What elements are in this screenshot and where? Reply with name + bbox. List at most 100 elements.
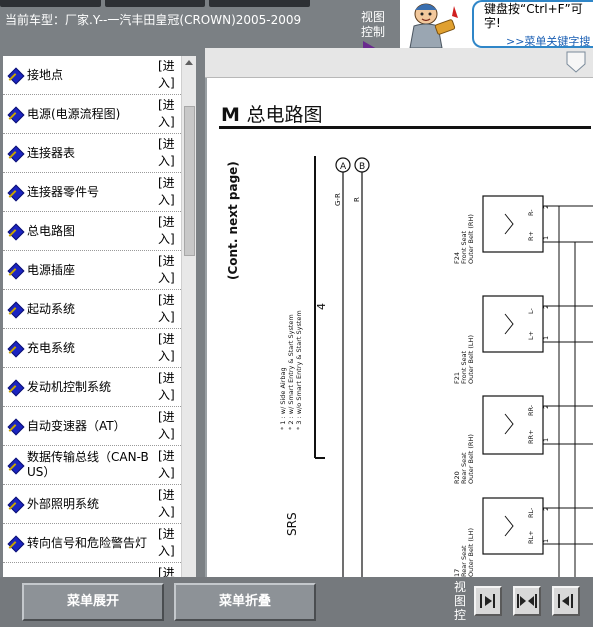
top-tab[interactable] xyxy=(0,0,101,7)
menu-item-label: 外部照明系统 xyxy=(27,496,100,511)
svg-text:RL+: RL+ xyxy=(527,530,535,544)
menu-item-exterior-lighting[interactable]: 外部照明系统 [进入] xyxy=(3,485,181,524)
wiring-diagram-page[interactable]: M 总电路图 (Cont. next page) * 1 : w/ Side A… xyxy=(207,78,593,577)
arrow-left-icon xyxy=(558,594,573,608)
enter-link[interactable]: [进入] xyxy=(158,136,178,170)
menu-item-overall-wiring[interactable]: 总电路图 [进入] xyxy=(3,212,181,251)
svg-text:Outer Belt (RH): Outer Belt (RH) xyxy=(467,434,475,484)
enter-link[interactable]: [进 xyxy=(158,565,178,577)
svg-text:R+: R+ xyxy=(527,231,535,241)
top-tab[interactable] xyxy=(104,0,206,7)
enter-link[interactable]: [进入] xyxy=(158,526,178,560)
enter-link[interactable]: [进入] xyxy=(158,292,178,326)
note-1: * 1 : w/ Side Airbag xyxy=(279,367,287,430)
menu-item-label: 总电路图 xyxy=(27,223,76,238)
svg-text:L-: L- xyxy=(527,307,535,314)
enter-link[interactable]: [进入] xyxy=(158,448,178,482)
arrows-inward-icon xyxy=(517,594,537,608)
enter-link[interactable]: [进入] xyxy=(158,409,178,443)
note-2: * 2 : w/ Smart Entry & Start System xyxy=(287,314,295,430)
enter-link[interactable]: [进入] xyxy=(158,331,178,365)
enter-link[interactable]: [进入] xyxy=(158,97,178,131)
scrollbar-thumb[interactable] xyxy=(184,106,195,256)
scroll-up-arrow-icon[interactable] xyxy=(185,60,193,65)
svg-text:Outer Belt (LH): Outer Belt (LH) xyxy=(467,335,475,384)
svg-text:1: 1 xyxy=(542,336,550,340)
diamond-bullet-icon xyxy=(8,68,23,83)
menu-item-label: 充电系统 xyxy=(27,340,76,355)
enter-link[interactable]: [进入] xyxy=(158,214,178,248)
menu-keyword-search-link[interactable]: >>菜单关键字搜 xyxy=(506,33,590,46)
diamond-bullet-icon xyxy=(8,536,23,551)
enter-link[interactable]: [进入] xyxy=(158,175,178,209)
menu-item-label: 发动机控制系统 xyxy=(27,379,112,394)
component-r20: RR- RR+ 2 1 R20 Rear Seat Outer Belt (RH… xyxy=(453,395,550,484)
svg-text:RL-: RL- xyxy=(527,507,535,518)
hint-bubble: 键盘按“Ctrl+F”可 字! >>菜单关键字搜 xyxy=(472,0,593,48)
menu-item-ground-points[interactable]: 接地点 [进入] xyxy=(3,56,181,95)
document-toolbar xyxy=(205,48,593,78)
top-bar: 当前车型：厂家.Y--一汽丰田皇冠(CROWN)2005-2009 视图控制 xyxy=(0,0,400,49)
diamond-bullet-icon xyxy=(8,224,23,239)
hint-text: 键盘按“Ctrl+F”可 字! xyxy=(484,2,583,30)
continued-note: (Cont. next page) xyxy=(226,161,240,280)
diamond-bullet-icon xyxy=(8,146,23,161)
svg-text:2: 2 xyxy=(542,205,550,209)
menu-item-power-outlet[interactable]: 电源插座 [进入] xyxy=(3,251,181,290)
wire-label-gr: G-R xyxy=(334,193,342,206)
menu-item-partial[interactable]: [进 xyxy=(3,563,181,577)
menu-item-turn-signal-hazard[interactable]: 转向信号和危险警告灯 [进入] xyxy=(3,524,181,563)
view-left-button[interactable] xyxy=(552,586,580,616)
menu-scrollbar[interactable] xyxy=(181,56,196,577)
menu-item-charging-system[interactable]: 充电系统 [进入] xyxy=(3,329,181,368)
enter-link[interactable]: [进入] xyxy=(158,370,178,404)
svg-text:1: 1 xyxy=(542,539,550,543)
svg-text:RR+: RR+ xyxy=(527,430,535,444)
menu-expand-button[interactable]: 菜单展开 xyxy=(22,583,164,621)
wire-label-r: R xyxy=(353,197,361,202)
svg-text:Outer Belt (RH): Outer Belt (RH) xyxy=(467,214,475,264)
top-tab[interactable] xyxy=(209,0,311,7)
page-marker-icon[interactable] xyxy=(565,50,587,76)
component-r17: RL- RL+ 2 1 17 Rear Seat Outer Belt (LH) xyxy=(453,497,550,577)
menu-item-connector-part-numbers[interactable]: 连接器零件号 [进入] xyxy=(3,173,181,212)
menu-item-can-bus[interactable]: 数据传输总线（CAN-BUS） [进入] xyxy=(3,446,181,485)
menu-item-label: 电源插座 xyxy=(27,262,76,277)
view-right-button[interactable] xyxy=(474,586,502,616)
svg-text:RR-: RR- xyxy=(527,404,535,416)
enter-link[interactable]: [进入] xyxy=(158,253,178,287)
svg-text:2: 2 xyxy=(542,507,550,511)
diamond-bullet-icon xyxy=(8,458,23,473)
document-viewer: M 总电路图 (Cont. next page) * 1 : w/ Side A… xyxy=(205,48,593,577)
left-menu-panel: 接地点 [进入] 电源(电源流程图) [进入] 连接器表 [进入] 连接器零件号… xyxy=(0,48,205,577)
menu-item-starting-system[interactable]: 起动系统 [进入] xyxy=(3,290,181,329)
view-control-label: 视图控制 xyxy=(361,10,386,39)
view-split-button[interactable] xyxy=(513,586,541,616)
menu-item-label: 起动系统 xyxy=(27,301,76,316)
wiring-diagram: (Cont. next page) * 1 : w/ Side Airbag *… xyxy=(226,156,593,577)
top-tab-strip xyxy=(0,0,311,7)
svg-text:L+: L+ xyxy=(527,331,535,340)
menu-item-automatic-transmission[interactable]: 自动变速器（AT） [进入] xyxy=(3,407,181,446)
svg-text:1: 1 xyxy=(542,236,550,240)
menu-item-engine-control[interactable]: 发动机控制系统 [进入] xyxy=(3,368,181,407)
diamond-bullet-icon xyxy=(8,380,23,395)
menu-item-power-source[interactable]: 电源(电源流程图) [进入] xyxy=(3,95,181,134)
connector-b-label: B xyxy=(359,162,365,172)
menu-item-label: 自动变速器（AT） xyxy=(27,418,126,433)
view-control-toggle[interactable]: 视图控制 xyxy=(361,10,391,49)
diamond-bullet-icon xyxy=(8,302,23,317)
current-vehicle-label: 当前车型：厂家.Y--一汽丰田皇冠(CROWN)2005-2009 xyxy=(5,13,302,27)
menu-list: 接地点 [进入] 电源(电源流程图) [进入] 连接器表 [进入] 连接器零件号… xyxy=(3,56,181,577)
menu-item-connector-list[interactable]: 连接器表 [进入] xyxy=(3,134,181,173)
enter-link[interactable]: [进入] xyxy=(158,487,178,521)
diamond-bullet-icon xyxy=(8,419,23,434)
svg-text:2: 2 xyxy=(542,405,550,409)
connector-a-label: A xyxy=(340,162,347,172)
menu-collapse-button[interactable]: 菜单折叠 xyxy=(174,583,316,621)
note-3: * 3 : w/o Smart Entry & Start System xyxy=(295,310,303,430)
enter-link[interactable]: [进入] xyxy=(158,58,178,92)
menu-item-label: 连接器零件号 xyxy=(27,184,100,199)
diamond-bullet-icon xyxy=(8,341,23,356)
note-number: 4 xyxy=(315,303,328,310)
